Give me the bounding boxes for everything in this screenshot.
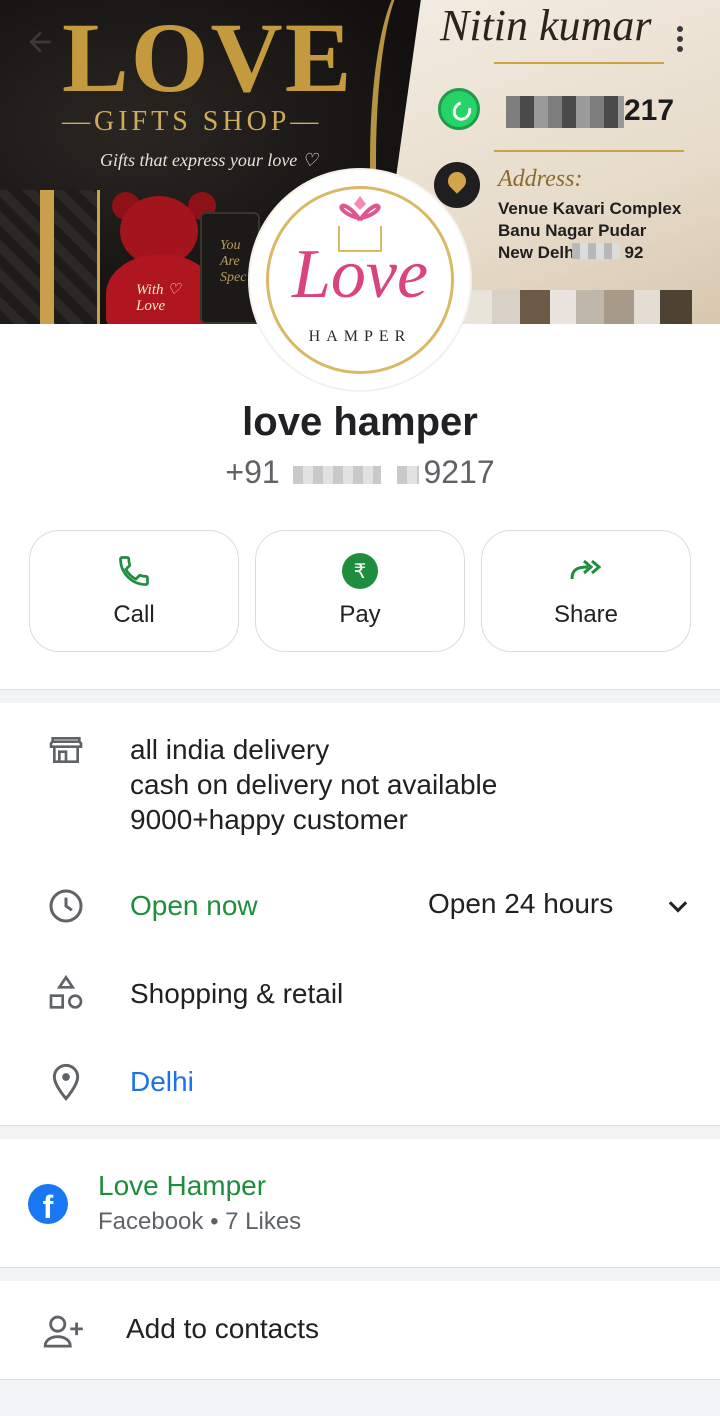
store-icon <box>49 737 83 763</box>
add-person-icon[interactable] <box>42 1312 86 1352</box>
redacted-strip <box>464 290 692 324</box>
cover-gifts-shop: —GIFTS SHOP— <box>62 106 323 137</box>
facebook-icon: f <box>28 1184 68 1224</box>
call-button[interactable]: Call <box>29 530 239 652</box>
gold-divider <box>494 150 684 152</box>
share-button[interactable]: Share <box>481 530 691 652</box>
phone-redacted <box>397 465 420 484</box>
business-category: Shopping & retail <box>130 978 344 1009</box>
address-line-2: Banu Nagar Pudar <box>498 221 647 240</box>
cover-love-title: LOVE <box>62 2 354 113</box>
logo-subtext: HAMPER <box>308 328 412 345</box>
shapes-category-icon <box>49 974 83 1009</box>
cover-owner-name: Nitin kumar <box>440 1 652 50</box>
location-pin-icon <box>52 1063 80 1101</box>
section-divider <box>0 1379 720 1416</box>
svg-text:₹: ₹ <box>354 559 367 583</box>
rupee-icon: ₹ <box>342 553 378 589</box>
add-to-contacts-button[interactable]: Add to contacts <box>126 1313 319 1345</box>
facebook-page-link[interactable]: Love Hamper <box>98 1170 266 1202</box>
phone-suffix: 9217 <box>423 454 495 490</box>
open-status: Open now <box>130 890 258 921</box>
chevron-down-icon[interactable] <box>664 893 692 921</box>
giftbox-image <box>0 190 100 324</box>
gold-divider <box>494 62 664 64</box>
redacted-number <box>506 96 624 128</box>
pay-button-label: Pay <box>339 601 381 628</box>
whatsapp-icon <box>438 88 480 130</box>
business-location-link[interactable]: Delhi <box>130 1064 194 1099</box>
logo-script-text: Love <box>291 236 429 313</box>
clock-icon <box>49 889 83 923</box>
description-line: 9000+happy customer <box>130 804 408 835</box>
address-pin-icon <box>434 162 480 208</box>
description-line: all india delivery <box>130 734 330 765</box>
mug-text: You Are Spec <box>220 238 247 285</box>
phone-redacted <box>292 465 381 484</box>
address-line-1: Venue Kavari Complex <box>498 199 682 218</box>
section-divider <box>0 689 720 703</box>
business-description: all india delivery cash on delivery not … <box>130 732 497 837</box>
pay-button[interactable]: ₹ Pay <box>255 530 465 652</box>
facebook-page-meta: Facebook • 7 Likes <box>98 1208 302 1235</box>
call-button-label: Call <box>113 601 155 628</box>
phone-prefix: +91 <box>225 454 280 490</box>
cover-tagline: Gifts that express your love ♡ <box>100 150 318 170</box>
gift-bow-icon <box>339 196 381 222</box>
phone-icon <box>119 556 149 586</box>
more-options-icon[interactable] <box>668 22 692 58</box>
back-arrow-icon[interactable] <box>24 26 56 58</box>
address-heading: Address: <box>498 166 583 192</box>
section-divider <box>0 1125 720 1139</box>
whatsapp-number-suffix: 217 <box>624 94 675 127</box>
share-arrow-icon <box>570 559 602 580</box>
redacted-address <box>572 243 620 259</box>
share-button-label: Share <box>553 601 619 628</box>
business-phone: +91 9217 <box>0 454 720 491</box>
bear-label: With ♡ Love <box>136 282 181 314</box>
business-logo-avatar: Love HAMPER <box>250 170 470 390</box>
section-divider <box>0 1267 720 1281</box>
hours-text[interactable]: Open 24 hours <box>428 888 613 920</box>
business-name: love hamper <box>242 400 478 444</box>
description-line: cash on delivery not available <box>130 769 498 800</box>
